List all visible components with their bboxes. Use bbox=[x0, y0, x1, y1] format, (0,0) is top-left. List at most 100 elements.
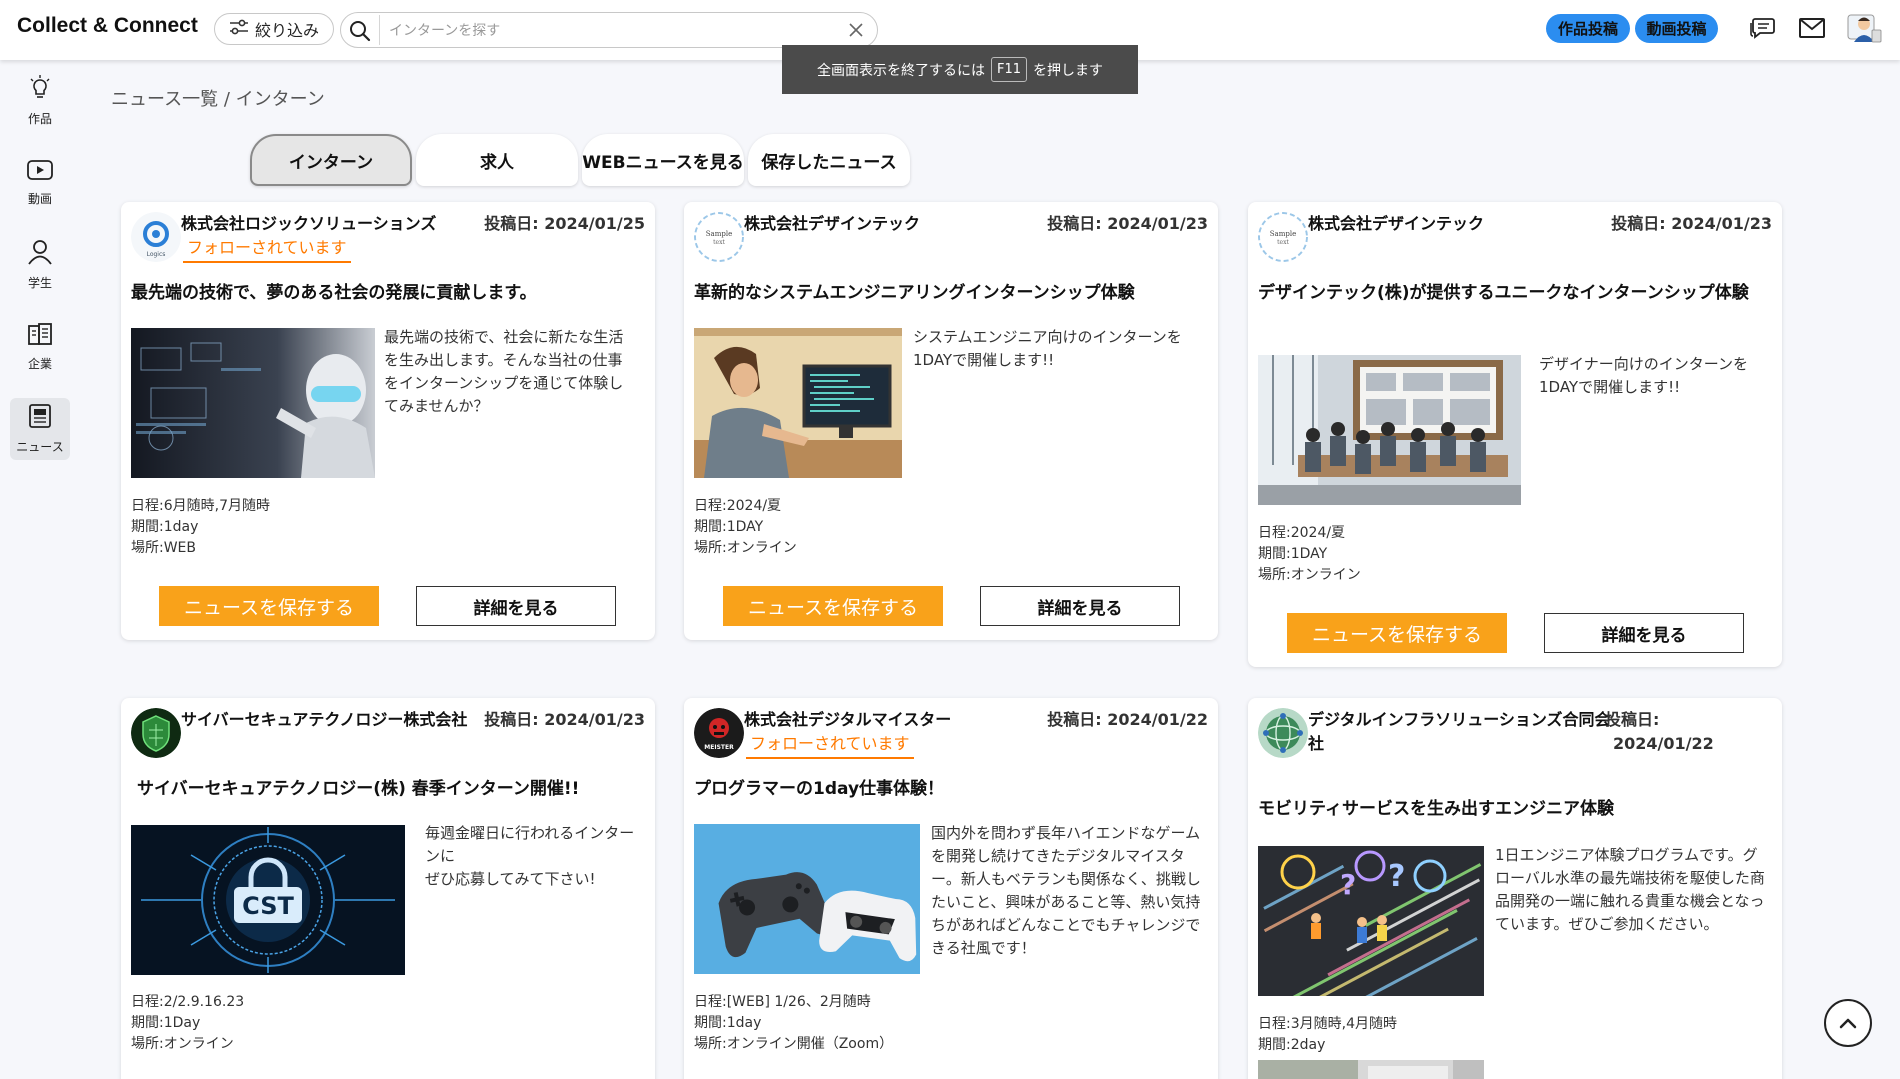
tab-web-news[interactable]: WEBニュースを見る bbox=[582, 134, 744, 186]
news-period: 期間:2day bbox=[1258, 1037, 1326, 1053]
tab-intern[interactable]: インターン bbox=[250, 134, 412, 186]
company-name[interactable]: 株式会社デザインテック bbox=[744, 212, 920, 236]
post-date: 投稿日: 2024/01/22 bbox=[1047, 710, 1208, 729]
fullscreen-text-after: を押します bbox=[1033, 62, 1104, 79]
company-name[interactable]: 株式会社デジタルマイスター bbox=[744, 708, 951, 732]
news-period: 期間:1DAY bbox=[1258, 546, 1328, 562]
news-headline: 最先端の技術で、夢のある社会の発展に貢献します。 bbox=[131, 283, 537, 303]
news-image: ?? bbox=[1258, 846, 1484, 996]
tab-jobs[interactable]: 求人 bbox=[416, 134, 578, 186]
news-headline: デザインテック(株)が提供するユニークなインターンシップ体験 bbox=[1258, 283, 1749, 303]
chat-icon[interactable] bbox=[1748, 14, 1776, 46]
svg-text:text: text bbox=[713, 239, 725, 246]
news-headline: プログラマーの1day仕事体験！ bbox=[694, 779, 945, 799]
company-name[interactable]: サイバーセキュアテクノロジー株式会社 bbox=[181, 708, 467, 732]
view-details-button[interactable]: 詳細を見る bbox=[980, 586, 1180, 626]
news-description: 1日エンジニア体験プログラムです。グローバル水準の最先端技術を駆使した商品開発の… bbox=[1495, 846, 1765, 933]
user-avatar[interactable] bbox=[1846, 12, 1882, 50]
save-news-button[interactable]: ニュースを保存する bbox=[1287, 613, 1507, 653]
sidebar-item-news[interactable]: ニュース bbox=[10, 398, 70, 460]
post-video-button[interactable]: 動画投稿 bbox=[1635, 14, 1718, 43]
news-image: CST bbox=[131, 825, 405, 975]
search-icon[interactable] bbox=[349, 20, 371, 46]
fullscreen-text-before: 全画面表示を終了するには bbox=[816, 62, 985, 79]
news-card[interactable]: サイバーセキュアテクノロジー株式会社 投稿日: 2024/01/23 サイバーセ… bbox=[121, 698, 655, 1079]
sidebar-item-videos[interactable]: 動画 bbox=[10, 152, 70, 214]
news-card[interactable]: Sample text 株式会社デザインテック 投稿日: 2024/01/23 デ… bbox=[1248, 202, 1782, 667]
fullscreen-key: F11 bbox=[990, 57, 1028, 82]
company-avatar bbox=[131, 708, 181, 758]
post-date: 投稿日: 2024/01/23 bbox=[1611, 214, 1772, 233]
breadcrumb: ニュース一覧 / インターン bbox=[111, 89, 325, 110]
sidebar-item-label: ニュース bbox=[16, 440, 64, 454]
clear-icon[interactable] bbox=[847, 21, 865, 43]
news-image bbox=[694, 824, 920, 974]
sidebar-item-label: 作品 bbox=[27, 112, 52, 126]
news-headline: モビリティサービスを生み出すエンジニア体験 bbox=[1258, 799, 1614, 819]
news-location: 場所:オンライン bbox=[1258, 567, 1361, 583]
sidebar-item-students[interactable]: 学生 bbox=[10, 234, 70, 296]
news-card[interactable]: MEISTER 株式会社デジタルマイスター 投稿日: 2024/01/22 フォ… bbox=[684, 698, 1218, 1079]
person-icon bbox=[27, 239, 53, 268]
company-avatar: Sample text bbox=[694, 212, 744, 262]
news-image bbox=[1258, 355, 1521, 505]
news-image bbox=[694, 328, 902, 478]
video-icon bbox=[26, 159, 54, 184]
svg-text:?: ? bbox=[1388, 859, 1405, 894]
search-bar bbox=[340, 12, 878, 48]
post-date: 2024/01/22 bbox=[1613, 734, 1714, 753]
news-location: 場所:オンライン bbox=[694, 540, 797, 556]
search-input[interactable] bbox=[389, 19, 829, 43]
news-description: 最先端の技術で、社会に新たな生活を生み出します。そんな当社の仕事をインターンシッ… bbox=[384, 328, 624, 415]
save-news-button[interactable]: ニュースを保存する bbox=[723, 586, 943, 626]
news-card[interactable]: Sample text 株式会社デザインテック 投稿日: 2024/01/23 革… bbox=[684, 202, 1218, 640]
mail-icon[interactable] bbox=[1798, 16, 1826, 44]
app-logo[interactable]: Collect & Connect bbox=[17, 14, 198, 38]
news-period: 期間:1DAY bbox=[694, 519, 764, 535]
view-details-button[interactable]: 詳細を見る bbox=[1544, 613, 1744, 653]
save-news-button[interactable]: ニュースを保存する bbox=[159, 586, 379, 626]
sidebar-item-label: 学生 bbox=[27, 276, 52, 290]
news-headline: サイバーセキュアテクノロジー(株) 春季インターン開催!! bbox=[137, 779, 580, 799]
news-location: 場所:オンライン開催（Zoom） bbox=[694, 1036, 894, 1052]
sidebar-item-companies[interactable]: 企業 bbox=[10, 316, 70, 378]
view-details-button[interactable]: 詳細を見る bbox=[416, 586, 616, 626]
company-avatar: Sample text bbox=[1258, 212, 1308, 262]
svg-text:?: ? bbox=[1340, 868, 1356, 901]
company-avatar: Logics bbox=[131, 212, 181, 262]
news-icon bbox=[28, 403, 52, 432]
news-period: 期間:1Day bbox=[131, 1015, 201, 1031]
news-schedule: 日程:6月随時,7月随時 bbox=[131, 498, 270, 514]
company-name[interactable]: デジタルインフラソリューションズ合同会社 bbox=[1308, 708, 1613, 756]
post-date: 投稿日: 2024/01/25 bbox=[484, 214, 645, 233]
news-schedule: 日程:3月随時,4月随時 bbox=[1258, 1016, 1397, 1032]
search-divider bbox=[379, 15, 380, 45]
news-period: 期間:1day bbox=[131, 519, 199, 535]
news-card[interactable]: デジタルインフラソリューションズ合同会社 投稿日: 2024/01/22 モビリ… bbox=[1248, 698, 1782, 1079]
news-headline: 革新的なシステムエンジニアリングインターンシップ体験 bbox=[694, 283, 1135, 303]
chevron-up-icon bbox=[1839, 1014, 1857, 1033]
news-schedule: 日程:2024/夏 bbox=[1258, 525, 1346, 541]
building-icon bbox=[27, 322, 53, 349]
filter-label: 絞り込み bbox=[254, 21, 319, 40]
company-avatar: MEISTER bbox=[694, 708, 744, 758]
news-schedule: 日程:2/2.9.16.23 bbox=[131, 994, 245, 1010]
lightbulb-icon bbox=[29, 75, 51, 104]
news-card[interactable]: Logics 株式会社ロジックソリューションズ 投稿日: 2024/01/25 … bbox=[121, 202, 655, 640]
company-name[interactable]: 株式会社デザインテック bbox=[1308, 212, 1484, 236]
tab-saved-news[interactable]: 保存したニュース bbox=[748, 134, 910, 186]
news-image bbox=[131, 328, 375, 478]
scroll-to-top-button[interactable] bbox=[1824, 999, 1872, 1047]
news-description: 毎週金曜日に行われるインターンに ぜひ応募してみて下さい! bbox=[425, 824, 635, 888]
news-description: 国内外を問わず長年ハイエンドなゲームを開発し続けてきたデジタルマイスター。新人も… bbox=[931, 824, 1201, 957]
secondary-image bbox=[1258, 1060, 1484, 1079]
news-description: デザイナー向けのインターンを1DAYで開催します!! bbox=[1539, 355, 1748, 396]
filter-button[interactable]: 絞り込み bbox=[214, 13, 334, 45]
news-description: システムエンジニア向けのインターンを1DAYで開催します!! bbox=[913, 328, 1182, 369]
follow-badge: フォローされています bbox=[183, 237, 351, 263]
news-schedule: 日程:2024/夏 bbox=[694, 498, 782, 514]
sidebar-item-works[interactable]: 作品 bbox=[10, 70, 70, 132]
post-date: 投稿日: 2024/01/23 bbox=[484, 710, 645, 729]
company-name[interactable]: 株式会社ロジックソリューションズ bbox=[181, 212, 436, 236]
post-work-button[interactable]: 作品投稿 bbox=[1546, 14, 1630, 43]
